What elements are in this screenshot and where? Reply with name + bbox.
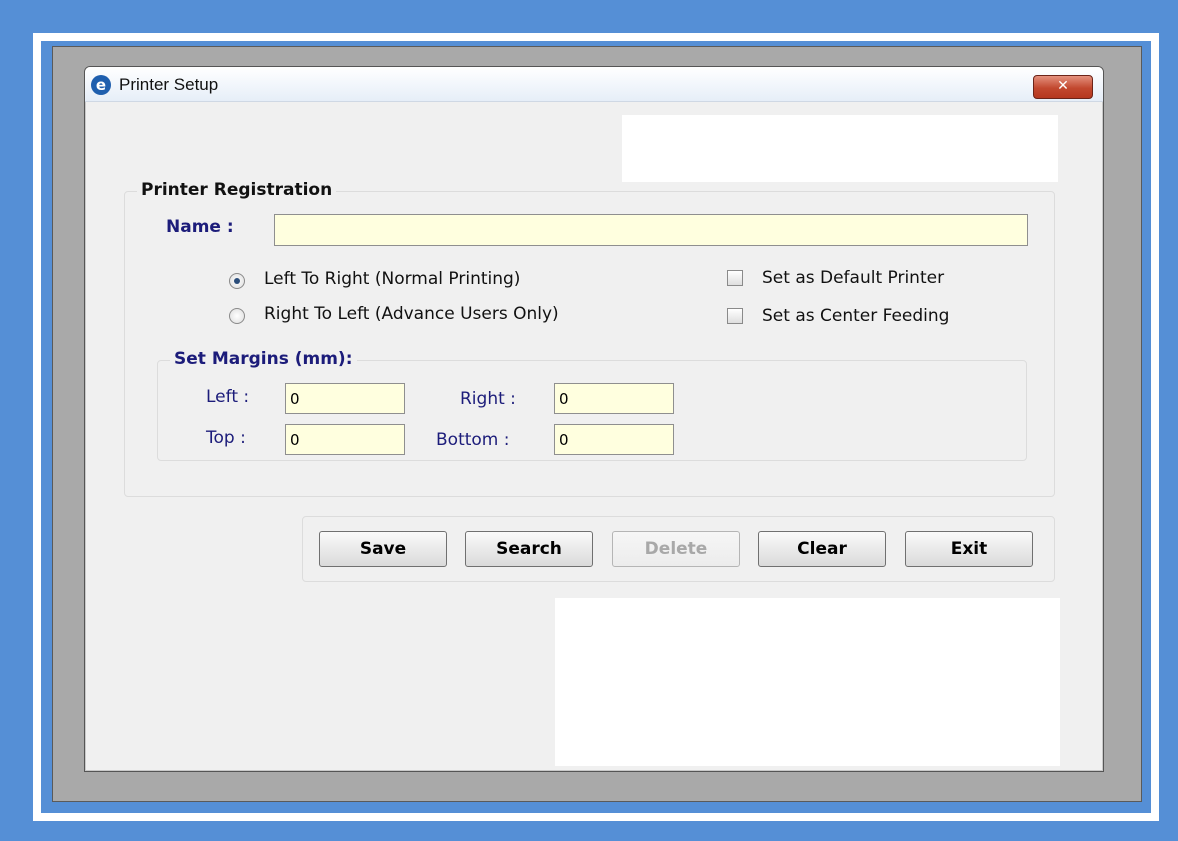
top-margin-input[interactable] xyxy=(285,424,405,455)
close-button[interactable]: ✕ xyxy=(1033,75,1093,99)
radio-left-to-right-label[interactable]: Left To Right (Normal Printing) xyxy=(264,269,520,289)
top-right-blank-panel xyxy=(622,115,1058,182)
title-bar[interactable]: e Printer Setup ✕ xyxy=(85,67,1103,102)
center-feeding-label[interactable]: Set as Center Feeding xyxy=(762,306,949,326)
right-margin-input[interactable] xyxy=(554,383,674,414)
radio-left-to-right[interactable] xyxy=(229,273,245,289)
top-margin-label: Top : xyxy=(206,428,246,448)
exit-button[interactable]: Exit xyxy=(905,531,1033,567)
default-printer-checkbox[interactable] xyxy=(727,270,743,286)
window-title: Printer Setup xyxy=(119,75,219,94)
app-logo-icon: e xyxy=(91,75,111,95)
radio-right-to-left[interactable] xyxy=(229,308,245,324)
name-label: Name : xyxy=(166,217,234,237)
center-feeding-checkbox[interactable] xyxy=(727,308,743,324)
bottom-right-blank-panel xyxy=(555,598,1060,766)
clear-button[interactable]: Clear xyxy=(758,531,886,567)
set-margins-title: Set Margins (mm): xyxy=(170,349,357,369)
printer-setup-window: e Printer Setup ✕ Printer Registration N… xyxy=(84,66,1104,772)
save-button[interactable]: Save xyxy=(319,531,447,567)
default-printer-label[interactable]: Set as Default Printer xyxy=(762,268,944,288)
search-button[interactable]: Search xyxy=(465,531,593,567)
name-input[interactable] xyxy=(274,214,1028,246)
radio-right-to-left-label[interactable]: Right To Left (Advance Users Only) xyxy=(264,304,559,324)
left-margin-label: Left : xyxy=(206,387,250,407)
bottom-margin-label: Bottom : xyxy=(436,430,510,450)
bottom-margin-input[interactable] xyxy=(554,424,674,455)
delete-button[interactable]: Delete xyxy=(612,531,740,567)
printer-registration-title: Printer Registration xyxy=(137,180,337,200)
right-margin-label: Right : xyxy=(460,389,516,409)
left-margin-input[interactable] xyxy=(285,383,405,414)
